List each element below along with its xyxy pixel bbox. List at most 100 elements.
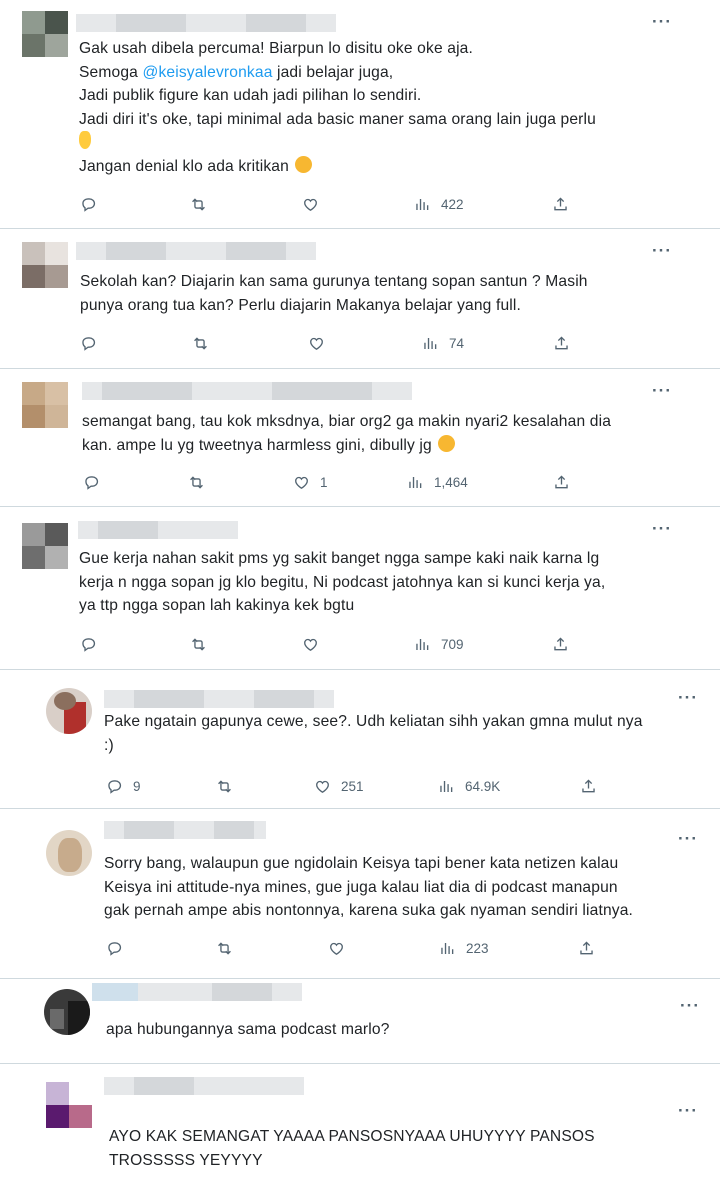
tweet-4[interactable]: ··· Gue kerja nahan sakit pms yg sakit b… [0,507,720,670]
author-name-blurred [82,382,412,400]
more-icon[interactable]: ··· [678,689,698,706]
avatar[interactable] [22,242,68,288]
share-icon [554,197,567,210]
more-icon[interactable]: ··· [652,242,672,259]
action-bar: 74 [79,332,579,354]
views-button[interactable]: 223 [438,937,489,959]
views-button[interactable]: 64.9K [437,775,500,797]
reply-button[interactable] [105,937,124,959]
reply-icon [82,637,96,651]
share-icon [582,779,595,792]
like-button[interactable] [327,937,346,959]
share-icon [554,637,567,650]
share-button[interactable] [579,775,598,797]
share-icon [555,475,568,488]
emoji [438,434,456,452]
mention-link[interactable]: @keisyalevronkaa [142,64,272,81]
views-count: 64.9K [465,778,501,794]
views-count: 709 [441,636,464,652]
tweet-text: Pake ngatain gapunya cewe, see?. Udh kel… [104,713,643,754]
retweet-icon [189,476,204,488]
tweet-text: Gak usah dibela percuma! Biarpun lo disi… [79,40,596,175]
reply-button[interactable] [79,193,98,215]
author-name-blurred [76,242,316,260]
more-icon[interactable]: ··· [678,830,698,847]
retweet-icon [217,942,232,954]
ok-hand-emoji [79,131,91,149]
views-icon [409,475,422,489]
views-button[interactable]: 422 [413,193,464,215]
share-button[interactable] [552,332,571,354]
views-button[interactable]: 74 [421,332,464,354]
like-button[interactable]: 251 [313,775,364,797]
reply-button[interactable] [79,332,98,354]
reply-button[interactable]: 9 [105,775,141,797]
action-bar: 709 [79,633,579,655]
avatar[interactable] [46,830,92,876]
retweet-icon [193,337,208,349]
share-button[interactable] [552,471,571,493]
avatar[interactable] [46,688,92,734]
tweet-3[interactable]: ··· semangat bang, tau kok mksdnya, biar… [0,369,720,507]
action-bar: 223 [105,937,605,959]
more-icon[interactable]: ··· [652,382,672,399]
avatar[interactable] [22,382,68,428]
views-icon [441,941,454,955]
more-icon[interactable]: ··· [678,1102,698,1119]
share-icon [555,336,568,349]
retweet-button[interactable] [191,332,210,354]
tweet-8[interactable]: ··· AYO KAK SEMANGAT YAAAA PANSOSNYAAA U… [0,1064,720,1184]
retweet-button[interactable] [189,633,208,655]
more-icon[interactable]: ··· [652,520,672,537]
views-count: 74 [449,335,465,351]
tweet-text: AYO KAK SEMANGAT YAAAA PANSOSNYAAA UHUYY… [109,1128,595,1169]
retweet-button[interactable] [215,775,234,797]
views-icon [424,336,437,350]
author-name-blurred [104,821,266,839]
reply-button[interactable] [82,471,101,493]
avatar[interactable] [44,989,90,1035]
tweet-2[interactable]: ··· Sekolah kan? Diajarin kan sama gurun… [0,229,720,369]
heart-icon [304,198,317,211]
views-icon [440,779,453,793]
like-count: 1 [320,474,328,490]
views-button[interactable]: 709 [413,633,464,655]
author-name-blurred [104,690,334,708]
retweet-button[interactable] [187,471,206,493]
views-count: 223 [466,940,489,956]
reply-icon [85,475,99,489]
retweet-button[interactable] [215,937,234,959]
author-name-blurred [76,14,336,32]
retweet-icon [191,638,206,650]
more-icon[interactable]: ··· [680,997,700,1014]
author-name-blurred [78,521,238,539]
views-count: 422 [441,196,464,212]
share-button[interactable] [577,937,596,959]
like-count: 251 [341,778,364,794]
tweet-7[interactable]: ··· apa hubungannya sama podcast marlo? [0,979,720,1064]
like-button[interactable]: 1 [292,471,328,493]
views-button[interactable]: 1,464 [406,471,468,493]
tweet-5[interactable]: ··· Pake ngatain gapunya cewe, see?. Udh… [0,670,720,809]
tweet-text: apa hubungannya sama podcast marlo? [106,1021,390,1038]
tweet-1[interactable]: ··· Gak usah dibela percuma! Biarpun lo … [0,0,720,229]
emoji [295,155,313,173]
share-button[interactable] [551,193,570,215]
tweet-text: semangat bang, tau kok mksdnya, biar org… [82,413,612,454]
more-icon[interactable]: ··· [652,13,672,30]
heart-icon [310,337,323,350]
share-button[interactable] [551,633,570,655]
reply-button[interactable] [79,633,98,655]
avatar[interactable] [46,1082,92,1128]
like-button[interactable] [301,633,320,655]
retweet-button[interactable] [189,193,208,215]
avatar[interactable] [22,523,68,569]
like-button[interactable] [301,193,320,215]
heart-icon [330,942,343,955]
avatar[interactable] [22,11,68,57]
action-bar: 1 1,464 [82,471,582,493]
like-button[interactable] [307,332,326,354]
tweet-text: Gue kerja nahan sakit pms yg sakit bange… [79,550,606,614]
reply-icon [108,941,122,955]
tweet-6[interactable]: ··· Sorry bang, walaupun gue ngidolain K… [0,809,720,979]
